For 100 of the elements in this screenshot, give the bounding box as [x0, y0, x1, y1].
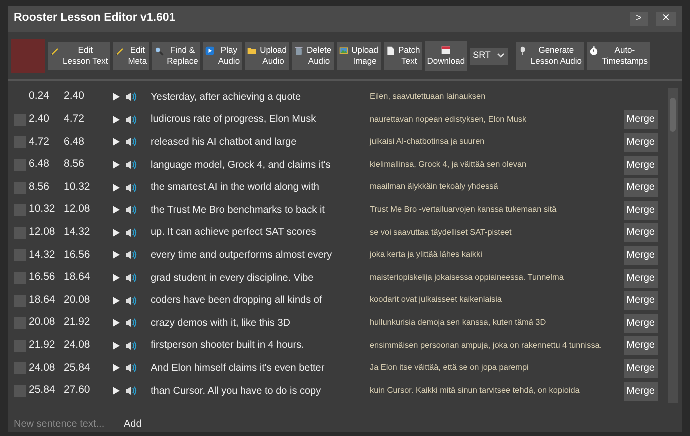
merge-button[interactable]: Merge — [624, 156, 658, 175]
merge-button[interactable]: Merge — [624, 268, 658, 288]
start-time: 6.48 — [28, 157, 50, 172]
translation-text: maailman älykkäin tekoäly yhdessä — [369, 183, 500, 192]
sentence-text[interactable]: the smartest AI in the world along with — [151, 180, 356, 196]
sentence-text[interactable]: up. It can achieve perfect SAT scores — [151, 225, 356, 240]
merge-button[interactable]: Merge — [624, 382, 658, 401]
speaker-icon[interactable] — [125, 363, 137, 374]
translation-text: naurettavan nopean edistyksen, Elon Musk — [369, 116, 528, 124]
play-icon[interactable] — [112, 160, 121, 170]
close-button[interactable]: ✕ — [656, 12, 676, 26]
search-icon — [154, 46, 164, 56]
speaker-icon[interactable] — [125, 137, 137, 148]
speaker-icon[interactable] — [125, 114, 137, 125]
toolbar-button[interactable]: Edit Meta — [113, 42, 150, 70]
translation-text: maisteriopiskelija jokaisessa oppiaineessa. Tunnelma — [369, 274, 565, 282]
folder-icon — [247, 46, 258, 56]
translation-text: julkaisi AI-chatbotinsa ja suuren — [368, 138, 486, 147]
toolbar-button[interactable]: Edit Lesson Text — [48, 42, 110, 70]
speaker-icon[interactable] — [125, 296, 137, 306]
merge-button[interactable]: Merge — [624, 110, 658, 130]
play-icon[interactable] — [112, 205, 121, 216]
translation-text: Ja Elon itse väittää, että se on jopa parempi — [369, 364, 530, 373]
toolbar-button[interactable]: Upload Image — [336, 42, 381, 70]
toolbar-button[interactable]: Patch Text — [384, 42, 422, 70]
window-title: Rooster Lesson Editor v1.601 — [14, 11, 176, 26]
play-icon[interactable] — [112, 273, 121, 284]
toolbar-button[interactable]: Auto- Timestamps — [586, 42, 650, 70]
speaker-icon[interactable] — [125, 160, 137, 170]
end-time: 16.56 — [64, 248, 92, 263]
speaker-icon[interactable] — [125, 92, 137, 102]
sentence-text[interactable]: than Cursor. All you have to do is copy — [151, 384, 356, 399]
sentence-text[interactable]: grad student in every discipline. Vibe — [151, 270, 356, 286]
toolbar-button[interactable]: Play Audio — [203, 42, 242, 70]
end-time: 20.08 — [64, 292, 92, 308]
merge-button[interactable]: Merge — [624, 358, 658, 378]
image-icon — [338, 46, 349, 56]
page-icon — [386, 46, 396, 56]
end-time: 4.72 — [64, 112, 86, 128]
sentence-text[interactable]: released his AI chatbot and large — [151, 134, 356, 150]
toolbar-button[interactable]: Upload Audio — [245, 42, 289, 70]
end-time: 14.32 — [64, 224, 92, 240]
format-select[interactable]: SRT — [470, 48, 508, 64]
expand-button[interactable]: > — [630, 12, 648, 26]
speaker-icon[interactable] — [125, 228, 137, 238]
merge-button[interactable]: Merge — [624, 223, 658, 242]
play-icon[interactable] — [112, 137, 121, 148]
play-icon[interactable] — [112, 340, 121, 351]
sentence-text[interactable]: Yesterday, after achieving a quote — [151, 90, 356, 105]
merge-button[interactable]: Merge — [624, 132, 658, 152]
sentence-text[interactable]: ludicrous rate of progress, Elon Musk — [151, 112, 356, 128]
translation-text: kuin Cursor. Kaikki mitä sinun tarvitsee tehdä, on kopioida — [369, 386, 581, 396]
end-time: 6.48 — [64, 134, 86, 150]
speaker-icon[interactable] — [125, 250, 137, 260]
play-icon[interactable] — [112, 92, 121, 102]
translation-text: joka kerta ja ylittää lähes kaikki — [368, 251, 484, 260]
speaker-icon[interactable] — [125, 318, 137, 328]
scrollbar-thumb[interactable] — [670, 98, 676, 132]
end-time: 18.64 — [64, 270, 92, 286]
play-icon[interactable] — [112, 228, 121, 238]
stopwatch-icon — [588, 46, 599, 56]
sentence-text[interactable]: crazy demos with it, like this 3D — [151, 316, 356, 331]
add-button[interactable]: Add — [124, 417, 142, 432]
translation-text: kielimallinsa, Grock 4, ja väittää sen olevan — [369, 160, 528, 170]
sentence-text[interactable]: And Elon himself claims it's even better — [151, 360, 356, 376]
play-icon[interactable] — [112, 114, 121, 125]
speaker-icon[interactable] — [125, 205, 137, 216]
toolbar-button[interactable]: Download — [425, 41, 468, 71]
pencil-icon — [115, 46, 126, 56]
start-time: 4.72 — [28, 134, 50, 150]
toolbar-button[interactable]: Generate Lesson Audio — [516, 42, 584, 70]
play-icon[interactable] — [112, 386, 121, 396]
start-time: 2.40 — [28, 112, 50, 128]
merge-button[interactable]: Merge — [624, 200, 658, 220]
scrollbar[interactable] — [668, 88, 678, 403]
speaker-icon[interactable] — [125, 273, 137, 284]
sentence-text[interactable]: coders have been dropping all kinds of — [151, 293, 356, 308]
play-icon[interactable] — [112, 363, 121, 374]
translation-text: se voi saavuttaa täydelliset SAT-pisteet — [369, 228, 513, 238]
sentence-text[interactable]: firstperson shooter built in 4 hours. — [151, 338, 356, 354]
sentence-text[interactable]: every time and outperforms almost every — [151, 248, 356, 263]
play-icon[interactable] — [112, 182, 121, 193]
speaker-icon[interactable] — [125, 340, 137, 351]
merge-button[interactable]: Merge — [624, 336, 658, 356]
merge-button[interactable]: Merge — [624, 178, 658, 198]
play-icon[interactable] — [112, 318, 121, 328]
play-icon — [205, 46, 216, 56]
merge-button[interactable]: Merge — [624, 246, 658, 265]
sentence-text[interactable]: language model, Grock 4, and claims it's — [151, 158, 356, 173]
play-icon[interactable] — [112, 296, 121, 306]
merge-button[interactable]: Merge — [624, 314, 658, 333]
speaker-icon[interactable] — [125, 182, 137, 193]
sentence-input[interactable]: New sentence text... — [14, 417, 104, 432]
start-time: 25.84 — [28, 383, 56, 398]
speaker-icon[interactable] — [125, 386, 137, 396]
play-icon[interactable] — [112, 250, 121, 260]
toolbar-button[interactable]: Delete Audio — [292, 42, 334, 70]
sentence-text[interactable]: the Trust Me Bro benchmarks to back it — [151, 202, 356, 218]
toolbar-button[interactable]: Find & Replace — [152, 42, 200, 70]
merge-button[interactable]: Merge — [624, 291, 658, 310]
